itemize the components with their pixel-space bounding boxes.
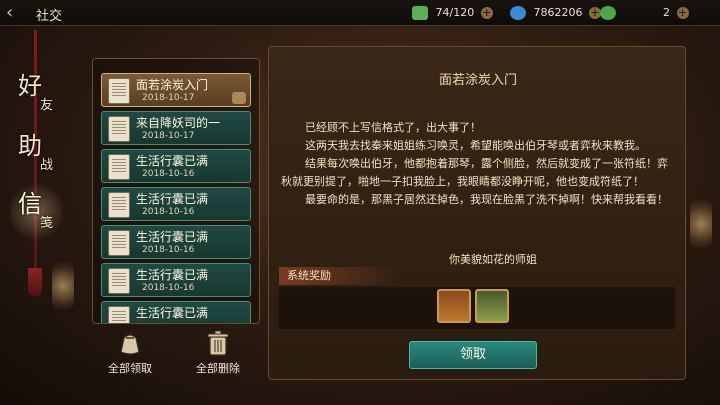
tab-friends[interactable]: 好 友 (16, 66, 60, 126)
letter-icon (108, 268, 130, 294)
letter-body: 已经顾不上写信格式了，出大事了！ 这两天我去找秦来姐姐练习唤灵，希望能唤出伯牙琴… (281, 119, 675, 209)
mail-item[interactable]: 生活行囊已满 2018-10-16 (101, 263, 251, 297)
letter-paragraph: 这两天我去找秦来姐姐练习唤灵，希望能唤出伯牙琴或者弈秋来教我。 (305, 139, 646, 152)
mail-subject: 面若涂炭入门 (136, 78, 209, 92)
mail-subject: 生活行囊已满 (136, 306, 209, 320)
chevron-left-icon: ‹ (6, 2, 14, 23)
mail-subject: 生活行囊已满 (136, 268, 209, 282)
letter-paragraph: 结果每次唤出伯牙，他都抱着那琴，露个侧脸，然后就变成了一张符纸！弈秋就更别提了，… (281, 157, 668, 188)
letter-paragraph: 最要命的是，那黑子居然还掉色，我现在脸黑了洗不掉啊！快来帮我看看！ (305, 193, 668, 206)
claim-all-label: 全部领取 (108, 362, 152, 375)
mail-date: 2018-10-17 (142, 93, 195, 103)
stamina-value: 74/120 (435, 6, 475, 19)
letter-icon (108, 154, 130, 180)
mail-date: 2018-10-17 (142, 131, 195, 141)
letter-icon (108, 192, 130, 218)
mail-item[interactable]: 生活行囊已满 2018-10-16 (101, 187, 251, 221)
jade-value: 2 (663, 6, 670, 19)
mail-subject: 生活行囊已满 (136, 192, 209, 206)
delete-all-label: 全部删除 (196, 362, 240, 375)
stamina-counter: 74/120 + (412, 4, 493, 22)
reward-area (279, 287, 675, 329)
tab-letters[interactable]: 信 笺 (10, 180, 62, 244)
mail-list[interactable]: 面若涂炭入门 2018-10-17 来自降妖司的一 2018-10-17 生活行… (92, 58, 260, 324)
mail-date: 2018-10-16 (142, 207, 195, 217)
letter-icon (108, 78, 130, 104)
mail-item[interactable]: 来自降妖司的一 2018-10-17 (101, 111, 251, 145)
decorative-tassel (28, 268, 42, 296)
gourd-icon (510, 6, 526, 20)
trash-icon (207, 330, 229, 356)
reward-section-title: 系统奖励 (279, 267, 399, 285)
mail-item[interactable]: 生活行囊已满 2018-10-16 (101, 225, 251, 259)
letter-icon (108, 230, 130, 256)
letter-paragraph: 已经顾不上写信格式了，出大事了！ (305, 121, 481, 134)
tea-leaf-icon (412, 6, 428, 20)
currency-value: 7862206 (533, 6, 583, 19)
background-lantern (690, 200, 712, 248)
letter-icon (108, 306, 130, 323)
jade-counter: 2 + (600, 4, 689, 22)
tab-friends-big: 好 (18, 72, 42, 100)
tab-assist-big: 助 (18, 132, 42, 160)
mail-item[interactable]: 面若涂炭入门 2018-10-17 (101, 73, 251, 107)
top-bar: ‹ 社交 74/120 + 7862206 + 2 + (0, 0, 720, 26)
mail-date: 2018-10-16 (142, 283, 195, 293)
background-lantern (52, 262, 74, 310)
add-stamina-button[interactable]: + (480, 7, 493, 19)
mail-subject: 生活行囊已满 (136, 230, 209, 244)
mail-date: 2018-10-16 (142, 169, 195, 179)
mail-date: 2018-10-16 (142, 245, 195, 255)
mail-subject: 生活行囊已满 (136, 154, 209, 168)
mail-subject: 来自降妖司的一 (136, 116, 221, 130)
claim-all-button[interactable]: 全部领取 (100, 330, 160, 380)
claim-button[interactable]: 领取 (409, 341, 537, 369)
bag-icon (120, 334, 140, 355)
tab-assist[interactable]: 助 战 (16, 126, 60, 186)
letter-signature: 你美貌如花的师姐 (449, 253, 537, 266)
add-jade-button[interactable]: + (676, 7, 689, 19)
tab-assist-small: 战 (40, 158, 54, 173)
letter-title: 面若涂炭入门 (438, 73, 517, 88)
page-title: 社交 (36, 9, 63, 24)
letter-icon (108, 116, 130, 142)
mail-item[interactable]: 生活行囊已满 (101, 301, 251, 323)
currency-counter: 7862206 + (510, 4, 601, 22)
letter-panel: 面若涂炭入门 已经顾不上写信格式了，出大事了！ 这两天我去找秦来姐姐练习唤灵，希… (268, 46, 686, 380)
delete-all-button[interactable]: 全部删除 (188, 330, 248, 380)
jade-icon (600, 6, 616, 20)
back-button[interactable]: ‹ (6, 3, 28, 23)
scroll-bundle-icon[interactable] (437, 289, 471, 323)
tab-friends-small: 友 (40, 98, 54, 113)
tab-letters-small: 笺 (40, 216, 54, 231)
tab-letters-big: 信 (18, 190, 42, 218)
attachment-bag-icon (232, 92, 246, 104)
dumplings-icon[interactable] (475, 289, 509, 323)
mail-item[interactable]: 生活行囊已满 2018-10-16 (101, 149, 251, 183)
